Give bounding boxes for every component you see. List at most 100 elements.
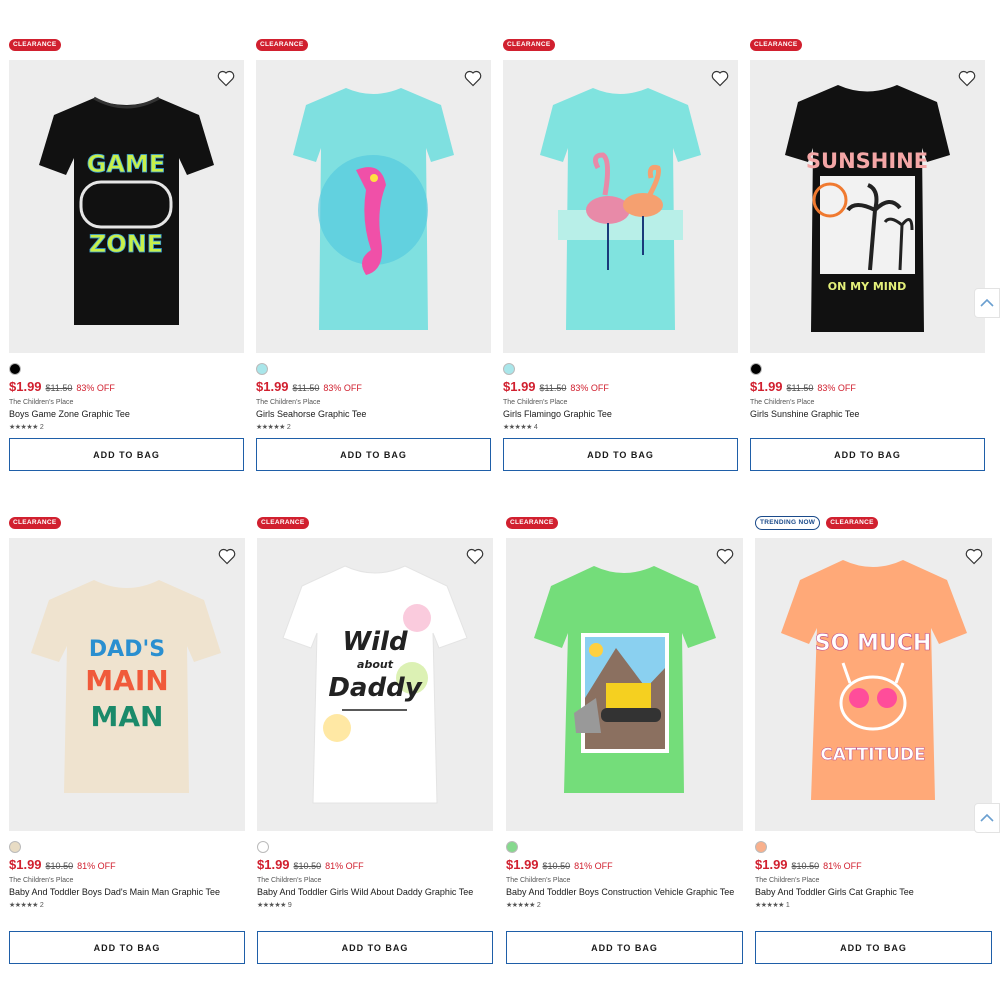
graphic-text: MAIN: [85, 664, 168, 697]
product-name[interactable]: Baby And Toddler Girls Cat Graphic Tee: [755, 886, 990, 898]
color-swatch[interactable]: [506, 841, 518, 853]
heart-icon[interactable]: [964, 546, 984, 566]
sale-price: $1.99: [256, 379, 289, 394]
color-swatch[interactable]: [9, 363, 21, 375]
graphic-text: CATTITUDE: [820, 745, 925, 765]
product-name[interactable]: Girls Flamingo Graphic Tee: [503, 408, 738, 420]
sale-price: $1.99: [9, 379, 42, 394]
rating[interactable]: ★★★★★ 9: [257, 901, 492, 910]
rating[interactable]: ★★★★★ 2: [9, 901, 244, 910]
product-card: CLEARANCE $1.99 $11.50 83% OFF The Child…: [503, 38, 738, 471]
product-image[interactable]: [506, 538, 743, 831]
discount-label: 81% OFF: [574, 861, 613, 871]
stars-icon: ★★★★★: [256, 424, 285, 431]
product-name[interactable]: Boys Game Zone Graphic Tee: [9, 408, 244, 420]
add-to-bag-button[interactable]: ADD TO BAG: [9, 931, 245, 964]
product-name[interactable]: Baby And Toddler Boys Dad's Main Man Gra…: [9, 886, 244, 898]
add-to-bag-button[interactable]: ADD TO BAG: [9, 438, 244, 471]
review-count: 4: [533, 423, 538, 431]
tee-image: DAD'S MAIN MAN: [31, 580, 221, 793]
product-name[interactable]: Baby And Toddler Boys Construction Vehic…: [506, 886, 741, 898]
original-price: $10.50: [45, 861, 74, 871]
graphic-text: SUNSHINE: [806, 149, 928, 173]
rating[interactable]: ★★★★★ 2: [9, 423, 244, 432]
product-card: CLEARANCE GAME ZONE $1.99 $11.50 83% OFF…: [9, 38, 244, 471]
add-to-bag-button[interactable]: ADD TO BAG: [506, 931, 743, 964]
stars-icon: ★★★★★: [503, 424, 532, 431]
rating[interactable]: ★★★★★ 2: [256, 423, 491, 432]
original-price: $11.50: [292, 383, 320, 393]
heart-icon[interactable]: [715, 546, 735, 566]
tee-image: SO MUCH CATTITUDE: [781, 560, 967, 800]
review-count: 9: [287, 901, 292, 909]
sale-price: $1.99: [503, 379, 536, 394]
brand-name: The Children's Place: [9, 399, 74, 406]
price-row: $1.99 $11.50 83% OFF: [750, 379, 985, 394]
product-name[interactable]: Baby And Toddler Girls Wild About Daddy …: [257, 886, 492, 898]
rating[interactable]: ★★★★★ 4: [503, 423, 738, 432]
graphic-text: ON MY MIND: [828, 280, 907, 293]
product-image[interactable]: DAD'S MAIN MAN: [9, 538, 245, 831]
product-image[interactable]: [503, 60, 738, 353]
add-to-bag-button[interactable]: ADD TO BAG: [257, 931, 493, 964]
tee-image: [540, 88, 701, 330]
clearance-badge: CLEARANCE: [503, 39, 555, 51]
sale-price: $1.99: [755, 857, 788, 872]
sale-price: $1.99: [506, 857, 539, 872]
clearance-badge: CLEARANCE: [506, 517, 558, 529]
heart-icon[interactable]: [217, 546, 237, 566]
add-to-bag-button[interactable]: ADD TO BAG: [750, 438, 985, 471]
product-image[interactable]: SUNSHINE ON MY MIND: [750, 60, 985, 353]
product-name[interactable]: Girls Seahorse Graphic Tee: [256, 408, 491, 420]
price-row: $1.99 $11.50 83% OFF: [9, 379, 244, 394]
rating[interactable]: ★★★★★ 1: [755, 901, 990, 910]
color-swatch[interactable]: [9, 841, 21, 853]
heart-icon[interactable]: [710, 68, 730, 88]
tee-image: Wild about Daddy: [282, 565, 468, 804]
graphic-text: SO MUCH: [815, 631, 932, 656]
review-count: 2: [536, 901, 541, 909]
discount-label: 83% OFF: [76, 383, 115, 393]
color-swatch[interactable]: [257, 841, 269, 853]
tee-image: SUNSHINE ON MY MIND: [785, 85, 950, 332]
original-price: $11.50: [539, 383, 567, 393]
badge-row: CLEARANCE: [257, 516, 492, 530]
product-image[interactable]: [256, 60, 491, 353]
color-swatch[interactable]: [503, 363, 515, 375]
sale-price: $1.99: [9, 857, 42, 872]
heart-icon[interactable]: [216, 68, 236, 88]
product-image[interactable]: GAME ZONE: [9, 60, 244, 353]
original-price: $11.50: [45, 383, 73, 393]
tee-image: GAME ZONE: [39, 96, 214, 325]
add-to-bag-button[interactable]: ADD TO BAG: [256, 438, 491, 471]
original-price: $10.50: [791, 861, 820, 871]
graphic-text: GAME: [87, 150, 166, 178]
product-card: CLEARANCE $1.99 $10.50 81% OFF The Child…: [506, 516, 743, 964]
product-image[interactable]: Wild about Daddy: [257, 538, 493, 831]
color-swatch[interactable]: [256, 363, 268, 375]
clearance-badge: CLEARANCE: [257, 517, 309, 529]
scroll-top-button[interactable]: [974, 288, 1000, 318]
rating[interactable]: ★★★★★ 2: [506, 901, 741, 910]
brand-name: The Children's Place: [750, 399, 815, 406]
original-price: $11.50: [786, 383, 814, 393]
clearance-badge: CLEARANCE: [826, 517, 878, 529]
add-to-bag-button[interactable]: ADD TO BAG: [755, 931, 992, 964]
brand-name: The Children's Place: [503, 399, 568, 406]
heart-icon[interactable]: [957, 68, 977, 88]
color-swatch[interactable]: [750, 363, 762, 375]
product-name[interactable]: Girls Sunshine Graphic Tee: [750, 408, 985, 420]
sale-price: $1.99: [750, 379, 783, 394]
discount-label: 83% OFF: [817, 383, 856, 393]
graphic-text: about: [357, 658, 394, 671]
discount-label: 81% OFF: [823, 861, 862, 871]
heart-icon[interactable]: [465, 546, 485, 566]
add-to-bag-button[interactable]: ADD TO BAG: [503, 438, 738, 471]
heart-icon[interactable]: [463, 68, 483, 88]
brand-name: The Children's Place: [506, 877, 571, 884]
product-image[interactable]: SO MUCH CATTITUDE: [755, 538, 992, 831]
sale-price: $1.99: [257, 857, 290, 872]
scroll-top-button[interactable]: [974, 803, 1000, 833]
discount-label: 81% OFF: [325, 861, 364, 871]
color-swatch[interactable]: [755, 841, 767, 853]
